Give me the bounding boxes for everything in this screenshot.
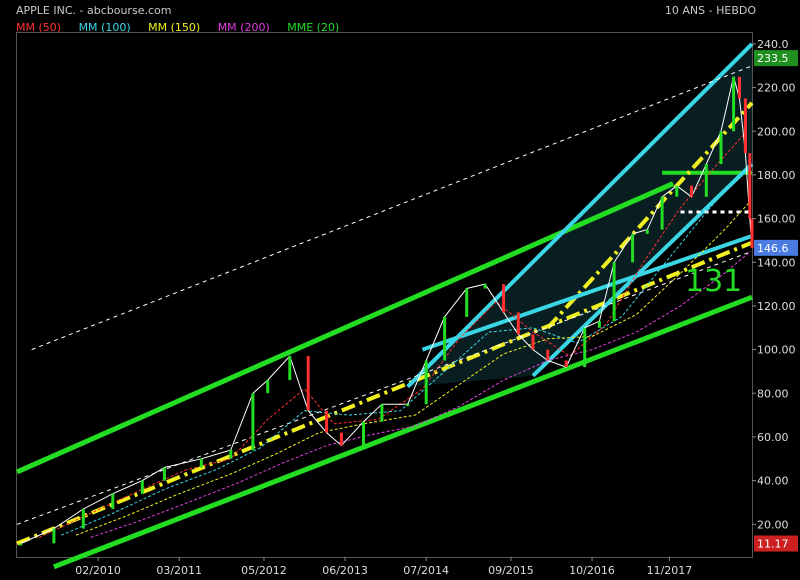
trendline-9	[16, 250, 753, 525]
candle	[288, 356, 292, 381]
x-tick-label: 02/2010	[75, 564, 121, 577]
y-tick-label: 240.0	[757, 38, 789, 51]
candle	[266, 380, 270, 394]
candle	[704, 164, 708, 197]
candle	[743, 98, 747, 154]
candle	[645, 229, 649, 234]
trendline-1	[52, 294, 753, 570]
x-tick-label: 07/2014	[403, 564, 449, 577]
annotation-131: 131	[685, 264, 742, 299]
candle	[325, 410, 329, 433]
trendline-3	[16, 240, 753, 546]
candle	[612, 262, 616, 322]
candle	[483, 284, 487, 289]
candle	[531, 334, 535, 350]
y-tick-label: 20.00	[757, 518, 789, 531]
price-chart: 20.00 40.00 60.00 80.00 100.00 120.00 140.00 16…	[15, 32, 798, 577]
candle	[111, 493, 115, 509]
candle	[546, 349, 550, 361]
candle	[229, 450, 233, 459]
candle	[251, 393, 255, 451]
y-tick-label: 40.00	[757, 475, 789, 488]
candle	[339, 432, 343, 446]
y-tick-label: 100.00	[757, 344, 796, 357]
candle	[631, 233, 635, 263]
trendlines	[15, 42, 754, 570]
y-tick-label: 80.00	[757, 387, 789, 400]
candle	[19, 543, 23, 546]
y-tick-label: 180.00	[757, 169, 796, 182]
x-tick-label: 05/2012	[241, 564, 287, 577]
candle	[140, 480, 144, 494]
x-tick-label: 03/2011	[156, 564, 202, 577]
plot-frame	[16, 32, 753, 558]
y-tick-label: 60.00	[757, 431, 789, 444]
badge-last-label: 146.6	[757, 242, 789, 255]
candle	[516, 312, 520, 335]
x-tick-label: 09/2015	[488, 564, 534, 577]
candle	[380, 404, 384, 422]
candle	[719, 131, 723, 165]
x-axis: 02/2010 03/2011 05/2012 06/2013 07/2014 09/20…	[75, 557, 692, 577]
y-tick-label: 220.00	[757, 82, 796, 95]
candle	[738, 76, 741, 99]
candle	[675, 185, 679, 197]
x-tick-label: 10/2016	[569, 564, 615, 577]
candle	[162, 467, 166, 481]
candle	[199, 458, 203, 468]
y-tick-label: 120.00	[757, 300, 796, 313]
candle	[306, 356, 310, 411]
candle	[564, 360, 568, 368]
badge-high-label: 233.5	[757, 52, 789, 65]
candle	[660, 196, 664, 230]
candle	[502, 284, 506, 313]
candle	[362, 421, 365, 446]
candle	[406, 404, 410, 407]
y-tick-label: 160.00	[757, 213, 796, 226]
candle	[52, 528, 56, 544]
y-tick-label: 140.00	[757, 256, 796, 269]
y-tick-label: 200.00	[757, 125, 796, 138]
candle	[583, 327, 587, 368]
candle	[690, 185, 693, 197]
badge-low-label: 11.17	[757, 538, 789, 551]
x-tick-label: 11/2017	[647, 564, 693, 577]
candle	[443, 316, 447, 361]
candle	[750, 218, 754, 248]
candle	[81, 509, 85, 529]
candle	[424, 360, 428, 405]
candle	[748, 153, 752, 219]
candle	[465, 288, 469, 317]
candle	[732, 76, 736, 132]
y-axis: 20.00 40.00 60.00 80.00 100.00 120.00 140.00 16…	[752, 38, 796, 531]
candle	[597, 321, 601, 328]
x-tick-label: 06/2013	[322, 564, 368, 577]
